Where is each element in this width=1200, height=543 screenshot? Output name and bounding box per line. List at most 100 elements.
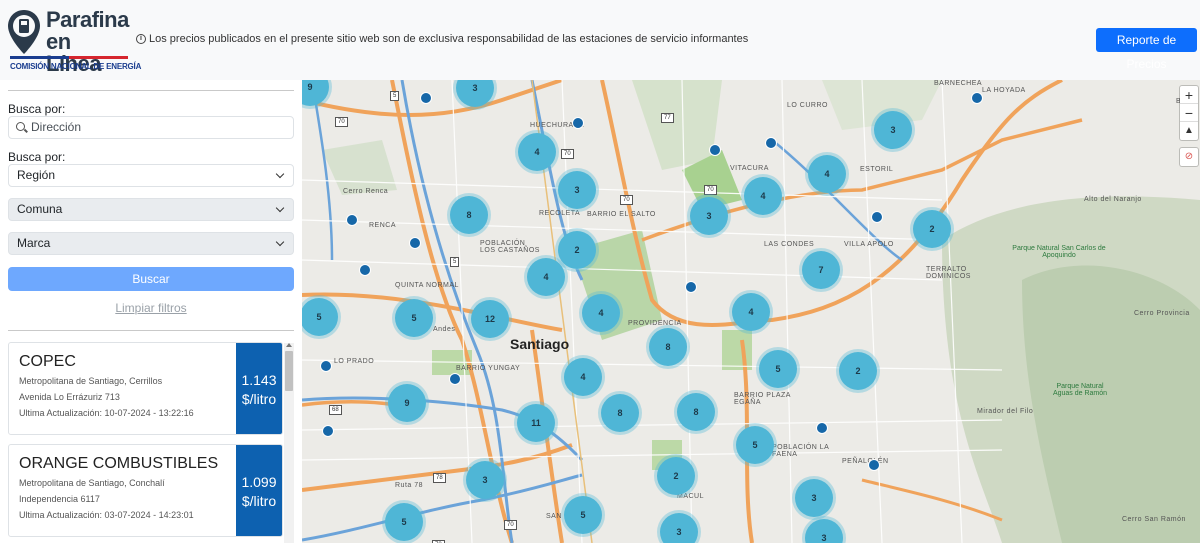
map-label: Cerro San Ramón bbox=[1122, 516, 1186, 523]
draw-polygon-icon[interactable]: ⊘ bbox=[1180, 148, 1198, 166]
station-cluster[interactable]: 4 bbox=[744, 177, 782, 215]
station-cluster[interactable]: 12 bbox=[471, 300, 509, 338]
station-marker[interactable] bbox=[871, 211, 883, 223]
station-marker[interactable] bbox=[765, 137, 777, 149]
station-cluster[interactable]: 4 bbox=[527, 258, 565, 296]
list-scrollbar[interactable] bbox=[284, 343, 294, 543]
station-cluster[interactable]: 3 bbox=[690, 197, 728, 235]
scroll-up-icon[interactable] bbox=[286, 343, 292, 347]
park-label: Parque Natural Aguas de Ramón bbox=[1052, 383, 1108, 397]
comuna-select[interactable]: Comuna bbox=[8, 198, 294, 221]
search-by-label: Busca por: bbox=[8, 102, 66, 116]
road-shield: 78 bbox=[433, 473, 446, 483]
station-address: Avenida Lo Errázuriz 713 bbox=[19, 392, 120, 402]
station-cluster[interactable]: 5 bbox=[395, 299, 433, 337]
station-cluster[interactable]: 8 bbox=[677, 393, 715, 431]
station-cluster[interactable]: 9 bbox=[388, 384, 426, 422]
road-shield: 68 bbox=[329, 405, 342, 415]
header: Parafina en Línea COMISIÓN NACIONAL DE E… bbox=[0, 0, 1200, 80]
road-shield: 5 bbox=[450, 257, 460, 267]
station-card[interactable]: ORANGE COMBUSTIBLES Metropolitana de San… bbox=[8, 444, 283, 537]
map-label: BARRIO PLAZA EGAÑA bbox=[734, 392, 791, 406]
station-cluster[interactable]: 3 bbox=[795, 479, 833, 517]
station-cluster[interactable]: 2 bbox=[558, 231, 596, 269]
station-marker[interactable] bbox=[346, 214, 358, 226]
station-marker[interactable] bbox=[971, 92, 983, 104]
station-marker[interactable] bbox=[359, 264, 371, 276]
parafina-logo[interactable]: Parafina en Línea COMISIÓN NACIONAL DE E… bbox=[6, 6, 141, 75]
station-marker[interactable] bbox=[409, 237, 421, 249]
city-label: Santiago bbox=[510, 336, 570, 352]
price-report-button[interactable]: Reporte de Precios bbox=[1096, 28, 1197, 71]
station-cluster[interactable]: 3 bbox=[874, 111, 912, 149]
zoom-out-button[interactable]: − bbox=[1180, 104, 1198, 122]
address-placeholder: Dirección bbox=[31, 120, 82, 134]
station-marker[interactable] bbox=[572, 117, 584, 129]
station-cluster[interactable]: 8 bbox=[450, 196, 488, 234]
station-cluster[interactable]: 8 bbox=[601, 394, 639, 432]
station-cluster[interactable]: 3 bbox=[660, 513, 698, 543]
divider bbox=[8, 90, 294, 91]
station-marker[interactable] bbox=[709, 144, 721, 156]
station-cluster[interactable]: 7 bbox=[802, 251, 840, 289]
station-marker[interactable] bbox=[868, 459, 880, 471]
station-updated: Ultima Actualización: 03-07-2024 - 14:23… bbox=[19, 510, 194, 520]
station-cluster[interactable]: 4 bbox=[518, 133, 556, 171]
station-cluster[interactable]: 8 bbox=[649, 328, 687, 366]
station-cluster[interactable]: 3 bbox=[558, 171, 596, 209]
station-cluster[interactable]: 4 bbox=[582, 294, 620, 332]
marca-select-value: Marca bbox=[17, 236, 51, 250]
zoom-in-button[interactable]: + bbox=[1180, 86, 1198, 104]
disclaimer-text: Los precios publicados en el presente si… bbox=[149, 33, 749, 45]
map-label: Mirador del Filo bbox=[977, 408, 1034, 415]
clear-filters-link[interactable]: Limpiar filtros bbox=[0, 301, 302, 315]
comuna-select-value: Comuna bbox=[17, 202, 63, 216]
price-badge: 1.099 $/litro bbox=[236, 445, 282, 536]
station-cluster[interactable]: 11 bbox=[517, 404, 555, 442]
station-cluster[interactable]: 5 bbox=[385, 503, 423, 541]
price-badge: 1.143 $/litro bbox=[236, 343, 282, 434]
station-marker[interactable] bbox=[449, 373, 461, 385]
price-value: 1.099 bbox=[241, 474, 277, 490]
station-marker[interactable] bbox=[685, 281, 697, 293]
station-cluster[interactable]: 4 bbox=[564, 358, 602, 396]
map-label: Cerro Renca bbox=[343, 188, 389, 195]
station-cluster[interactable]: 4 bbox=[808, 155, 846, 193]
road-shield: 70 bbox=[704, 185, 717, 195]
map-label: ESTORIL bbox=[860, 166, 894, 173]
map-label: QUINTA NORMAL bbox=[395, 282, 459, 289]
station-marker[interactable] bbox=[816, 422, 828, 434]
map-label: BARRIO YUNGAY bbox=[456, 365, 521, 372]
station-address: Independencia 6117 bbox=[19, 494, 100, 504]
search-by-label: Busca por: bbox=[8, 150, 66, 164]
road-shield: 5 bbox=[390, 91, 400, 101]
station-cluster[interactable]: 2 bbox=[839, 352, 877, 390]
station-cluster[interactable]: 2 bbox=[657, 457, 695, 495]
scroll-thumb[interactable] bbox=[285, 351, 293, 391]
search-button[interactable]: Buscar bbox=[8, 267, 294, 291]
map-label: PROVIDENCIA bbox=[628, 320, 682, 327]
reset-north-button[interactable]: ▲ bbox=[1180, 122, 1198, 140]
map-label: RECOLETA bbox=[539, 210, 581, 217]
station-card[interactable]: COPEC Metropolitana de Santiago, Cerrill… bbox=[8, 342, 283, 435]
station-marker[interactable] bbox=[322, 425, 334, 437]
address-search-input[interactable]: Dirección bbox=[8, 116, 294, 139]
station-marker[interactable] bbox=[320, 360, 332, 372]
station-cluster[interactable]: 2 bbox=[913, 210, 951, 248]
disclaimer-notice: i Los precios publicados en el presente … bbox=[136, 33, 748, 45]
map-label: Andes bbox=[433, 326, 456, 333]
station-cluster[interactable]: 5 bbox=[736, 426, 774, 464]
map-label: TERRALTO DOMINICOS bbox=[926, 266, 971, 280]
station-cluster[interactable]: 4 bbox=[732, 293, 770, 331]
station-cluster[interactable]: 3 bbox=[466, 461, 504, 499]
marca-select[interactable]: Marca bbox=[8, 232, 294, 255]
stations-map[interactable]: Santiago HUECHURABA LO CURRO BARNECHEA L… bbox=[302, 80, 1200, 543]
station-cluster[interactable]: 5 bbox=[759, 350, 797, 388]
station-updated: Ultima Actualización: 10-07-2024 - 13:22… bbox=[19, 408, 194, 418]
region-select[interactable]: Región bbox=[8, 164, 294, 187]
station-name: COPEC bbox=[19, 353, 76, 370]
station-cluster[interactable]: 5 bbox=[564, 496, 602, 534]
road-shield: 70 bbox=[561, 149, 574, 159]
price-unit: $/litro bbox=[241, 391, 277, 407]
station-marker[interactable] bbox=[420, 92, 432, 104]
